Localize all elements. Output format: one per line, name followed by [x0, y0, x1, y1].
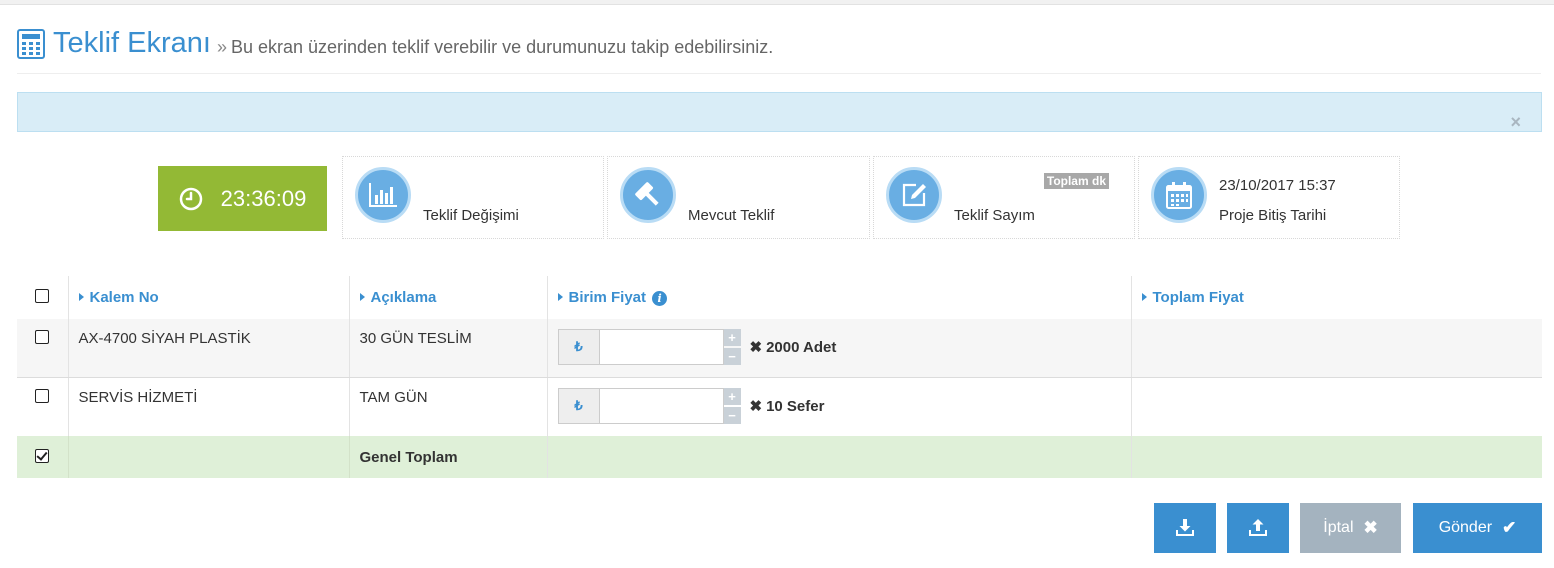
increment-button[interactable]: + [723, 329, 741, 346]
unit-price-input[interactable] [599, 387, 724, 424]
calendar-icon [1151, 167, 1207, 223]
header-select-all [17, 276, 68, 319]
offer-table: Kalem No Açıklama Birim Fiyat i Toplam Fi… [17, 276, 1542, 478]
sort-icon [557, 293, 563, 301]
info-alert: × [17, 92, 1542, 132]
total-empty-cell [67, 436, 349, 478]
total-row: Genel Toplam [17, 436, 1542, 478]
upload-icon [1249, 519, 1267, 536]
lira-icon: ₺ [557, 329, 600, 365]
download-button[interactable] [1154, 503, 1216, 553]
info-icon[interactable]: i [652, 291, 668, 306]
select-all-checkbox[interactable] [35, 289, 49, 303]
lira-icon: ₺ [557, 387, 600, 424]
page-subtitle: » Bu ekran üzerinden teklif verebilir ve … [217, 28, 773, 66]
edit-icon [886, 167, 942, 223]
page-title: Teklif Ekranı [53, 27, 211, 59]
header-kalem-no[interactable]: Kalem No [67, 276, 349, 319]
timer-value: 23:36:09 [220, 185, 307, 211]
table-row: AX-4700 SİYAH PLASTİK 30 GÜN TESLİM ₺ + … [17, 319, 1542, 378]
stat-label: Teklif Değişimi [423, 207, 519, 224]
total-label: Genel Toplam [348, 436, 547, 478]
unit-price-input[interactable] [599, 329, 724, 365]
stat-proje-bitis: 23/10/2017 15:37 Proje Bitiş Tarihi [1138, 156, 1400, 239]
close-icon: ✖ [1363, 518, 1378, 537]
multiply-icon: ✖ [749, 339, 763, 356]
check-icon: ✔ [1502, 518, 1517, 537]
stat-label: Teklif Sayım [954, 207, 1035, 224]
top-rule [0, 0, 1554, 5]
price-input-group: ₺ + − ✖ 2000 Adet [557, 329, 1121, 365]
column-label: Kalem No [89, 289, 159, 306]
multiply-icon: ✖ [749, 397, 763, 415]
total-checkbox[interactable] [35, 449, 49, 463]
kalem-no-cell: AX-4700 SİYAH PLASTİK [67, 319, 349, 378]
bar-chart-icon [355, 167, 411, 223]
countdown-timer: 23:36:09 [158, 166, 327, 231]
row-select-cell [17, 319, 68, 378]
send-label: Gönder [1438, 519, 1493, 536]
birim-fiyat-cell: ₺ + − ✖ 2000 Adet [546, 319, 1131, 378]
aciklama-cell: TAM GÜN [348, 377, 547, 436]
decrement-button[interactable]: − [723, 348, 741, 365]
sort-icon [359, 293, 365, 301]
stat-teklif-sayim: Toplam dk Teklif Sayım [873, 156, 1135, 239]
cancel-label: İptal [1323, 519, 1354, 536]
cancel-button[interactable]: İptal ✖ [1300, 503, 1401, 553]
stat-label: Mevcut Teklif [688, 207, 775, 224]
send-button[interactable]: Gönder ✔ [1413, 503, 1542, 553]
column-label: Toplam Fiyat [1152, 289, 1244, 306]
price-stepper: + − [723, 329, 741, 365]
sort-icon [78, 293, 84, 301]
price-stepper: + − [723, 387, 741, 424]
toplam-fiyat-cell [1130, 377, 1542, 436]
column-label: Birim Fiyat [568, 289, 647, 306]
page-header: Teklif Ekranı » Bu ekran üzerinden teklif… [17, 26, 1541, 74]
row-checkbox[interactable] [35, 388, 49, 403]
stat-teklif-degisimi: Teklif Değişimi [342, 156, 604, 239]
row-checkbox[interactable] [35, 330, 49, 344]
clock-icon [179, 187, 202, 210]
gavel-icon [620, 167, 676, 223]
column-label: Açıklama [370, 289, 437, 306]
toplam-badge: Toplam dk [1043, 173, 1109, 189]
header-aciklama[interactable]: Açıklama [348, 276, 547, 319]
header-toplam-fiyat[interactable]: Toplam Fiyat [1130, 276, 1542, 319]
total-select-cell [17, 436, 68, 478]
birim-fiyat-cell: ₺ + − ✖ 10 Sefer [546, 377, 1131, 436]
download-icon [1176, 519, 1194, 536]
header-birim-fiyat[interactable]: Birim Fiyat i [546, 276, 1131, 319]
kalem-no-cell: SERVİS HİZMETİ [67, 377, 349, 436]
total-birim-cell [546, 436, 1131, 478]
increment-button[interactable]: + [723, 387, 741, 405]
page-subtitle-text: Bu ekran üzerinden teklif verebilir ve d… [230, 37, 774, 57]
alert-close-button[interactable]: × [1510, 113, 1521, 131]
stat-label: Proje Bitiş Tarihi [1219, 207, 1327, 224]
sort-icon [1141, 293, 1147, 301]
stat-mevcut-teklif: Mevcut Teklif [607, 156, 870, 239]
quantity-label: ✖ 2000 Adet [750, 338, 837, 356]
upload-button[interactable] [1227, 503, 1289, 553]
row-select-cell [17, 377, 68, 436]
table-header-row: Kalem No Açıklama Birim Fiyat i Toplam Fi… [17, 276, 1542, 319]
toplam-fiyat-cell [1130, 319, 1542, 378]
total-value-cell [1130, 436, 1542, 478]
breadcrumb-separator: » [216, 37, 227, 57]
quantity-value: 10 Sefer [766, 397, 825, 415]
aciklama-cell: 30 GÜN TESLİM [348, 319, 547, 378]
decrement-button[interactable]: − [723, 406, 741, 424]
table-row: SERVİS HİZMETİ TAM GÜN ₺ + − ✖ 10 Sefer [17, 377, 1542, 436]
price-input-group: ₺ + − ✖ 10 Sefer [557, 387, 1121, 424]
project-end-date: 23/10/2017 15:37 [1219, 177, 1336, 194]
quantity-label: ✖ 10 Sefer [750, 397, 825, 415]
calculator-icon [17, 29, 45, 59]
quantity-value: 2000 Adet [766, 339, 837, 356]
